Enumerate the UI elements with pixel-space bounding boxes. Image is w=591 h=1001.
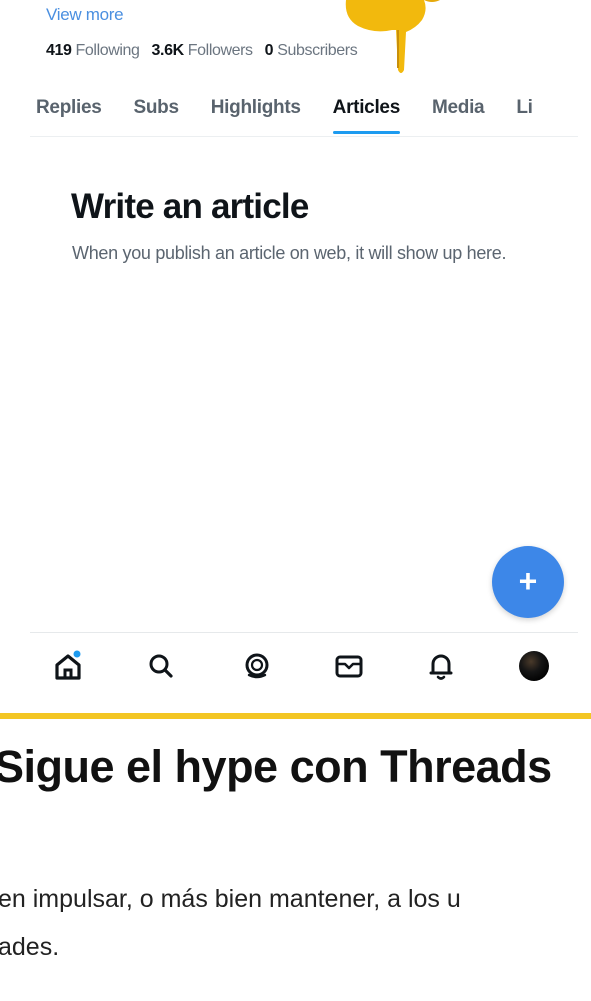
pointing-hand-emoji (340, 0, 450, 75)
nav-messages[interactable] (331, 648, 367, 684)
tab-highlights[interactable]: Highlights (211, 94, 301, 134)
tab-likes[interactable]: Li (516, 94, 533, 134)
notification-dot (73, 650, 81, 658)
profile-stats: 419 Following 3.6K Followers 0 Subscribers (46, 42, 358, 60)
tab-subs[interactable]: Subs (134, 94, 180, 134)
empty-state-title: Write an article (71, 187, 309, 226)
following-label: Following (75, 42, 140, 59)
followers-count: 3.6K (151, 42, 185, 59)
view-more-link[interactable]: View more (46, 5, 124, 25)
nav-search[interactable] (143, 648, 179, 684)
following-stat[interactable]: 419 Following (46, 42, 140, 59)
tab-articles[interactable]: Articles (332, 94, 401, 134)
plus-icon: + (518, 563, 538, 599)
tab-replies[interactable]: Replies (36, 94, 102, 134)
followers-label: Followers (187, 42, 253, 59)
nav-profile[interactable] (516, 648, 552, 684)
grok-icon (245, 653, 269, 679)
article-body-line: ades. (0, 933, 60, 961)
home-icon (55, 650, 81, 680)
article-headline: Sigue el hype con Threads (0, 741, 552, 792)
messages-icon (335, 655, 363, 678)
tabs-divider (30, 136, 578, 137)
profile-tabs: Replies Subs Highlights Articles Media L… (36, 94, 565, 134)
bottom-nav-divider (30, 632, 578, 633)
profile-avatar-icon (519, 651, 549, 681)
empty-state-description: When you publish an article on web, it w… (72, 243, 507, 263)
compose-fab-button[interactable]: + (492, 546, 564, 618)
nav-notifications[interactable] (423, 648, 459, 684)
subscribers-count: 0 (264, 42, 274, 59)
followers-stat[interactable]: 3.6K Followers (151, 42, 254, 59)
notifications-icon (429, 654, 453, 680)
nav-grok[interactable] (239, 648, 275, 684)
section-accent-rule (0, 713, 591, 719)
nav-home[interactable] (50, 648, 86, 684)
tab-media[interactable]: Media (432, 94, 485, 134)
following-count: 419 (46, 42, 72, 59)
article-body-line: en impulsar, o más bien mantener, a los … (0, 885, 461, 913)
search-icon (149, 654, 173, 678)
